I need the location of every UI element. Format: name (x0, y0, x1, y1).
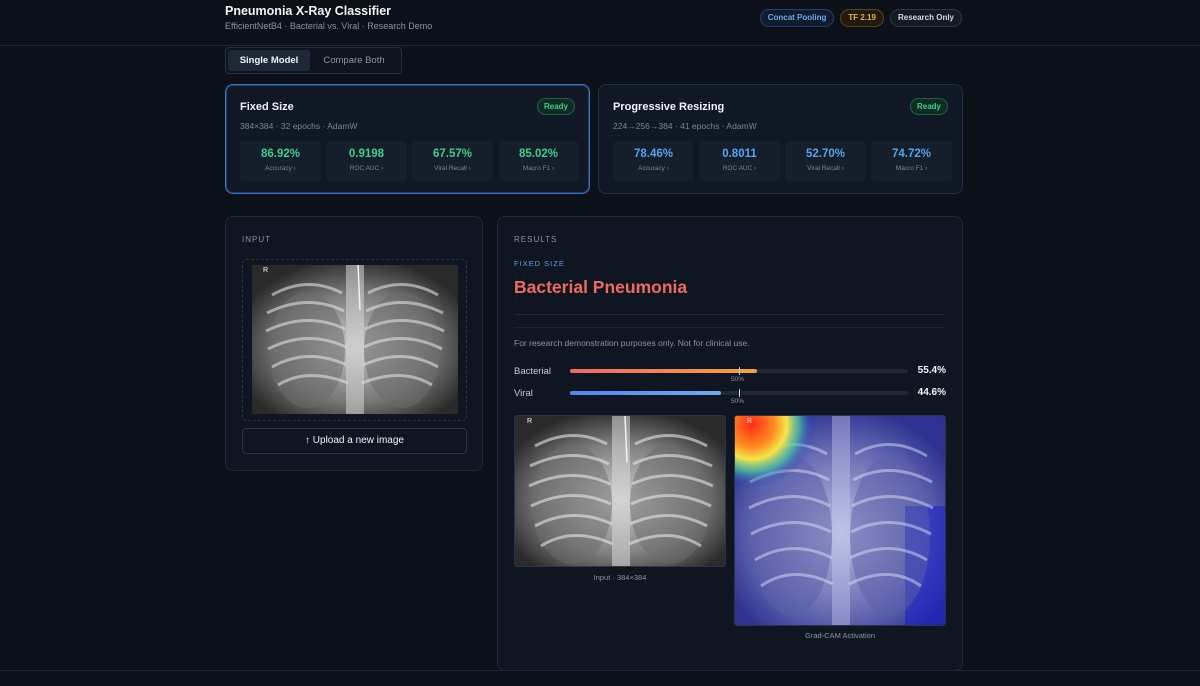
metric-label: Viral Recall › (434, 165, 471, 172)
chest-xray-graphic (252, 265, 458, 414)
metric-value: 85.02% (518, 148, 558, 160)
metric-label: Accuracy › (638, 165, 669, 172)
prob-bar-viral: 50% (570, 389, 908, 405)
metric-value: 74.72% (891, 148, 931, 160)
metric-label: ROC AUC › (722, 165, 757, 172)
model-card-fixed-size[interactable]: Fixed Size 384×384 · 32 epochs · AdamW R… (225, 84, 590, 194)
predicted-class: Bacterial Pneumonia (514, 277, 688, 297)
model-meta: 224→256→384 · 41 epochs · AdamW (613, 121, 757, 131)
model-name: Fixed Size (240, 101, 294, 113)
metric-macro-f1[interactable]: 85.02% Macro F1 › (498, 141, 579, 181)
input-image-caption: Input · 384×384 (593, 573, 647, 582)
metric-value: 86.92% (260, 148, 300, 160)
concat-pooling-badge: Concat Pooling (759, 9, 835, 27)
metric-label: Macro F1 › (522, 165, 555, 172)
compare-both-tab[interactable]: Compare Both (310, 50, 398, 71)
prob-value-bacterial: 55.4% (917, 365, 946, 376)
metric-viral-recall[interactable]: 52.70% Viral Recall › (785, 141, 866, 181)
metric-value: 0.8011 (722, 148, 757, 160)
model-card-progressive-resizing[interactable]: Progressive Resizing 224→256→384 · 41 ep… (598, 84, 963, 194)
side-marker: R (527, 418, 533, 425)
metric-roc-auc[interactable]: 0.9198 ROC AUC › (326, 141, 407, 181)
single-model-tab[interactable]: Single Model (228, 50, 310, 71)
status-badge: Ready (536, 98, 575, 115)
header-badges: Concat Pooling TF 2.19 Research Only (759, 9, 962, 27)
side-marker: R (747, 418, 753, 425)
divider (514, 327, 945, 328)
side-marker: R (263, 267, 269, 274)
metric-value: 52.70% (805, 148, 845, 160)
threshold-tick (739, 389, 740, 397)
metric-value: 0.9198 (348, 148, 385, 160)
prob-bar-bacterial: 50% (570, 367, 908, 383)
footer-bar (0, 670, 1200, 686)
metric-accuracy[interactable]: 86.92% Accuracy › (240, 141, 321, 181)
threshold-tick (739, 367, 740, 375)
xray-preview-image: R (252, 265, 458, 414)
threshold-label: 50% (731, 376, 745, 383)
metrics-row: 78.46% Accuracy › 0.8011 ROC AUC › 52.70% V… (613, 141, 952, 181)
mode-toggle: Single Model Compare Both (225, 47, 402, 74)
results-section-label: RESULTS (514, 235, 558, 244)
prob-label-viral: Viral (514, 388, 533, 399)
prob-fill-bacterial (570, 369, 757, 373)
prob-label-bacterial: Bacterial (514, 366, 551, 377)
metrics-row: 86.92% Accuracy › 0.9198 ROC AUC › 67.57% V… (240, 141, 579, 181)
metric-viral-recall[interactable]: 67.57% Viral Recall › (412, 141, 493, 181)
metric-label: Viral Recall › (807, 165, 844, 172)
result-input-image: R (514, 415, 726, 567)
metric-label: Accuracy › (265, 165, 296, 172)
input-section-label: INPUT (242, 235, 271, 244)
disclaimer-text: For research demonstration purposes only… (514, 338, 750, 348)
metric-label: Macro F1 › (895, 165, 928, 172)
threshold-label: 50% (731, 398, 745, 405)
app-title: Pneumonia X-Ray Classifier (225, 4, 392, 18)
gradcam-image: R (734, 415, 946, 626)
app-subtitle: EfficientNetB4 · Bacterial vs. Viral · R… (225, 21, 433, 31)
metric-value: 67.57% (432, 148, 472, 160)
chest-xray-graphic (515, 416, 725, 566)
metric-accuracy[interactable]: 78.46% Accuracy › (613, 141, 694, 181)
metric-roc-auc[interactable]: 0.8011 ROC AUC › (699, 141, 780, 181)
gradcam-heatmap-graphic (735, 416, 945, 625)
input-panel: INPUT R ↑ Upload a new image (225, 216, 483, 471)
tf-version-badge: TF 2.19 (840, 9, 884, 27)
result-model-name: FIXED SIZE (514, 259, 565, 268)
prob-fill-viral (570, 391, 721, 395)
model-meta: 384×384 · 32 epochs · AdamW (240, 121, 358, 131)
gradcam-caption: Grad-CAM Activation (804, 631, 876, 640)
research-only-badge: Research Only (889, 9, 962, 27)
metric-macro-f1[interactable]: 74.72% Macro F1 › (871, 141, 952, 181)
model-name: Progressive Resizing (613, 101, 725, 113)
divider (514, 314, 945, 315)
prob-value-viral: 44.6% (917, 387, 946, 398)
metric-value: 78.46% (633, 148, 673, 160)
metric-label: ROC AUC › (349, 165, 384, 172)
results-panel: RESULTS FIXED SIZE Bacterial Pneumonia F… (497, 216, 963, 671)
top-bar: Pneumonia X-Ray Classifier EfficientNetB… (0, 0, 1200, 46)
status-badge: Ready (909, 98, 948, 115)
image-dropzone[interactable]: R (242, 259, 467, 421)
upload-image-button[interactable]: ↑ Upload a new image (242, 428, 467, 454)
